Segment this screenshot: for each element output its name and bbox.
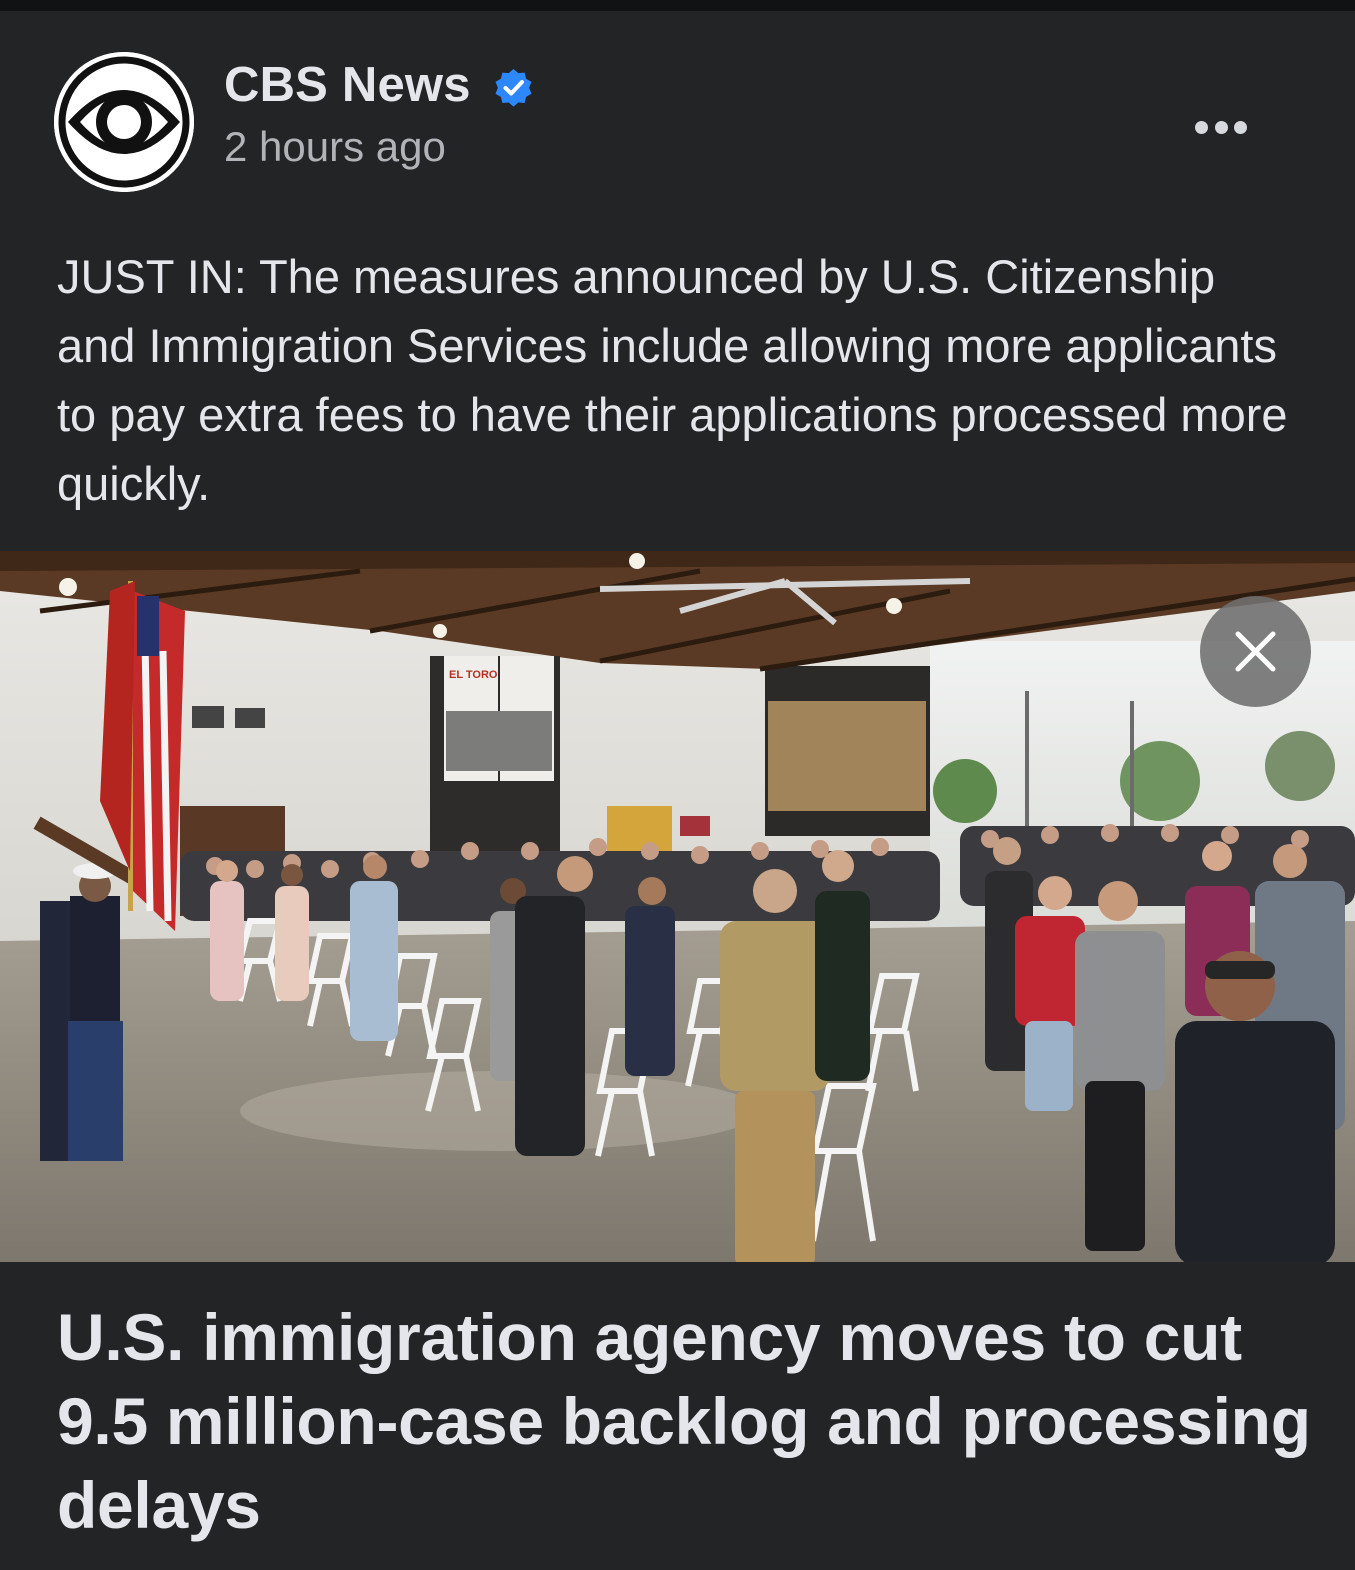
- post-caption: JUST IN: The measures announced by U.S. …: [57, 250, 1288, 510]
- post-photo[interactable]: EL TORO: [0, 551, 1355, 1262]
- post-timestamp[interactable]: 2 hours ago: [224, 123, 446, 171]
- close-photo-button[interactable]: [1200, 596, 1311, 707]
- page-avatar[interactable]: [54, 52, 194, 192]
- verified-badge-icon: [492, 66, 535, 109]
- more-horizontal-icon-dot: [1214, 120, 1228, 134]
- more-options-button[interactable]: [1190, 107, 1252, 147]
- page-name[interactable]: CBS News: [224, 57, 471, 113]
- ceremony-scene-illustration: EL TORO: [0, 551, 1355, 1262]
- close-icon: [1235, 631, 1276, 672]
- status-strip: [0, 0, 1355, 11]
- cbs-eye-logo-icon: [54, 52, 194, 192]
- more-horizontal-icon-dot: [1234, 120, 1247, 134]
- el-toro-sign: EL TORO: [449, 669, 498, 681]
- more-horizontal-icon: [1195, 120, 1208, 134]
- post-card: CBS News 2 hours ago JUST IN: The measur…: [0, 11, 1355, 1570]
- link-headline[interactable]: U.S. immigration agency moves to cut 9.5…: [57, 1295, 1317, 1547]
